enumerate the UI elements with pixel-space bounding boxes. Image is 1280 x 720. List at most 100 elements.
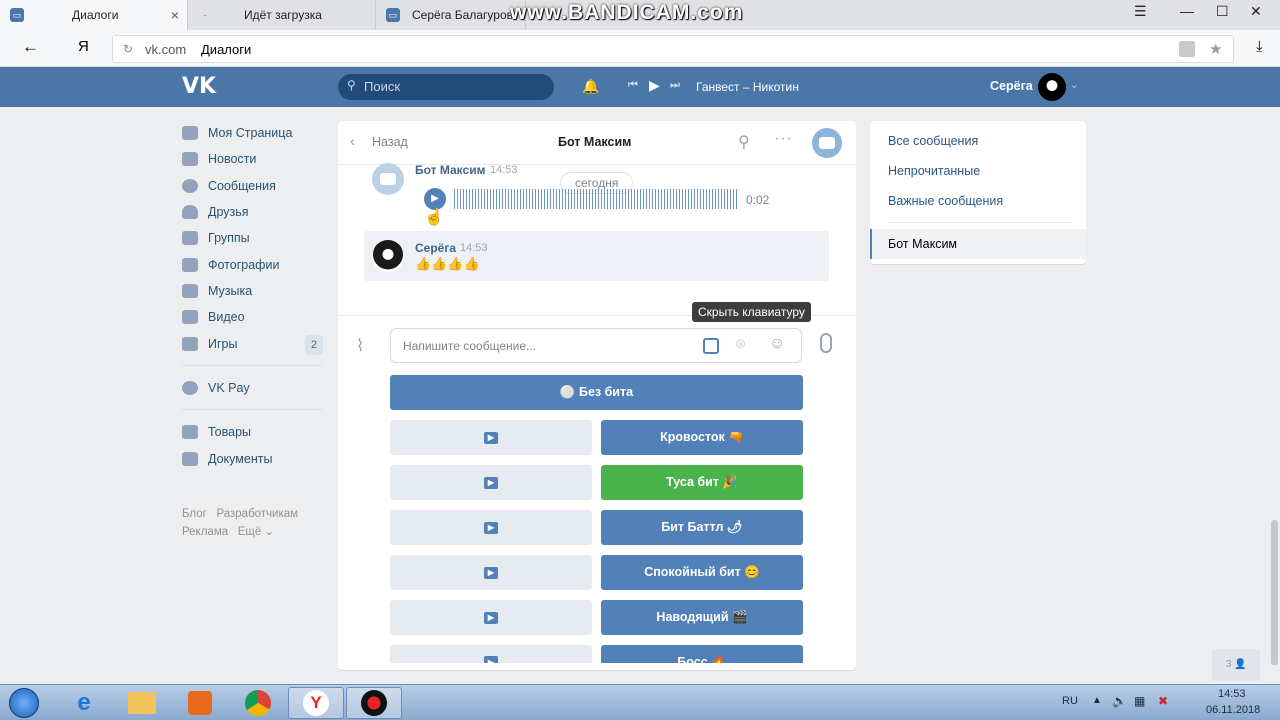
keyboard-button-leading[interactable]: Наводящий 🎬 [601, 600, 803, 635]
tab-dialogs[interactable]: ▭ Диалоги × [0, 0, 188, 30]
footer-link-more[interactable]: Ещё [238, 526, 262, 538]
taskbar-media-player[interactable] [172, 687, 228, 719]
message-input[interactable]: Напишите сообщение... ⌾ ☺ [390, 328, 802, 363]
bell-icon[interactable]: 🔔 [582, 78, 599, 95]
keyboard-button-calm-beat[interactable]: Спокойный бит 😊 [601, 555, 803, 590]
sidebar-item-news[interactable]: Новости [182, 149, 256, 169]
reload-icon[interactable]: ↻ [123, 42, 133, 56]
smile-icon[interactable]: ☺ [769, 335, 785, 353]
download-icon[interactable]: ⤓ [1256, 38, 1263, 55]
start-button[interactable] [0, 687, 48, 719]
back-arrow-icon[interactable]: ← [22, 37, 39, 57]
sidebar-item-market[interactable]: Товары [182, 422, 251, 442]
yandex-icon[interactable]: Я [78, 38, 89, 55]
sidebar-item-photos[interactable]: Фотографии [182, 255, 279, 275]
keyboard-play-button[interactable]: ▶ [390, 510, 592, 545]
sidebar-item-video[interactable]: Видео [182, 307, 245, 327]
sidebar-item-groups[interactable]: Группы [182, 228, 250, 248]
keyboard-play-button[interactable]: ▶ [390, 645, 592, 663]
sidebar-item-vk-pay[interactable]: VK Pay [182, 378, 250, 398]
chevron-down-icon[interactable]: ⌄ [1070, 80, 1078, 91]
clock-time[interactable]: 14:53 [1218, 688, 1246, 700]
search-input[interactable]: ⚲ Поиск [338, 74, 554, 100]
bot-avatar[interactable] [372, 163, 404, 195]
search-icon[interactable]: ⚲ [738, 132, 750, 152]
sidebar-item-label: Товары [208, 425, 251, 439]
bot-avatar[interactable] [812, 128, 842, 158]
keyboard-play-button[interactable]: ▶ [390, 465, 592, 500]
games-icon [182, 337, 198, 351]
volume-icon[interactable]: 🔈 [1112, 694, 1127, 708]
keyboard-play-button[interactable]: ▶ [390, 420, 592, 455]
menu-icon[interactable]: ☰ [1134, 3, 1147, 20]
filter-unread[interactable]: Непрочитанные [888, 164, 980, 178]
taskbar-bandicam[interactable] [346, 687, 402, 719]
footer-link-developers[interactable]: Разработчикам [216, 508, 298, 520]
taskbar-explorer[interactable] [114, 687, 170, 719]
user-name[interactable]: Серёга [990, 79, 1033, 93]
avatar[interactable] [1038, 73, 1066, 101]
taskbar-ie[interactable]: e [56, 687, 112, 719]
url-field[interactable]: ↻ vk.com Диалоги ★ [112, 35, 1234, 63]
star-icon[interactable]: ★ [1209, 40, 1222, 58]
keyboard-button-party-beat[interactable]: Туса бит 🎉 [601, 465, 803, 500]
page-scrollbar[interactable] [1271, 520, 1278, 665]
clock-date[interactable]: 06.11.2018 [1206, 704, 1260, 716]
next-track-icon[interactable]: ⏭ [670, 79, 680, 92]
sidebar-item-my-page[interactable]: Моя Страница [182, 123, 292, 143]
voice-waveform[interactable] [454, 189, 738, 209]
online-friends-counter[interactable]: 3 👤 [1212, 649, 1260, 681]
sidebar-item-games[interactable]: Игры [182, 334, 237, 354]
keyboard-button-boss[interactable]: Босс 🔥 [601, 645, 803, 663]
footer-link-ads[interactable]: Реклама [182, 526, 228, 538]
chevron-down-icon[interactable]: ⌄ [264, 526, 274, 538]
sidebar-item-music[interactable]: Музыка [182, 281, 252, 301]
more-icon[interactable]: ··· [774, 130, 793, 148]
back-button[interactable]: Назад [372, 135, 408, 149]
play-icon: ▶ [484, 611, 498, 624]
active-conversation-item[interactable]: Бот Максим [870, 229, 1086, 259]
microphone-icon[interactable] [820, 333, 832, 353]
now-playing-track[interactable]: Ганвест – Никотин [696, 80, 799, 94]
keyboard-button-beat-battle[interactable]: Бит Баттл 🌶 [601, 510, 803, 545]
filter-all-messages[interactable]: Все сообщения [888, 134, 978, 148]
attach-icon[interactable]: ⌇ [356, 336, 364, 356]
bot-keyboard-icon[interactable] [703, 338, 719, 354]
sidebar-item-documents[interactable]: Документы [182, 449, 272, 469]
filter-important[interactable]: Важные сообщения [888, 194, 1003, 208]
network-icon[interactable]: ▦ [1134, 694, 1145, 708]
previous-track-icon[interactable]: ⏮ [628, 79, 638, 92]
keyboard-button-krovostok[interactable]: Кровосток 🔫 [601, 420, 803, 455]
browser-tab-bar: ▭ Диалоги × · Идёт загрузка ▭ Серёга Бал… [0, 0, 1280, 30]
sidebar-item-friends[interactable]: Друзья [182, 202, 249, 222]
sidebar-item-messages[interactable]: Сообщения [182, 176, 276, 196]
keyboard-button-no-beat[interactable]: ⚪ Без бита [390, 375, 803, 410]
message-author[interactable]: Бот Максим [415, 163, 485, 177]
play-icon: ▶ [484, 656, 498, 663]
keyboard-play-button[interactable]: ▶ [390, 600, 592, 635]
language-indicator[interactable]: RU [1062, 695, 1078, 707]
close-tab-icon[interactable]: × [171, 7, 179, 23]
close-window-icon[interactable]: ✕ [1250, 3, 1262, 20]
minimize-icon[interactable]: — [1180, 3, 1194, 19]
footer-link-blog[interactable]: Блог [182, 508, 207, 520]
chat-title[interactable]: Бот Максим [558, 135, 631, 149]
network-warning-icon[interactable]: ✖ [1158, 694, 1168, 708]
message-author[interactable]: Серёга [415, 241, 456, 255]
back-chevron-icon[interactable]: ‹ [350, 133, 355, 150]
maximize-icon[interactable]: ☐ [1216, 3, 1229, 20]
play-icon[interactable]: ▶ [649, 77, 660, 94]
lock-icon[interactable] [1179, 41, 1195, 57]
vk-favicon-icon: ▭ [386, 8, 400, 22]
taskbar-yandex-browser[interactable]: Y [288, 687, 344, 719]
avatar[interactable] [372, 240, 404, 272]
camera-icon[interactable]: ⌾ [736, 336, 745, 353]
keyboard-play-button[interactable]: ▶ [390, 555, 592, 590]
menu-divider [888, 222, 1072, 223]
media-player-icon [188, 691, 212, 715]
tab-profile[interactable]: ▭ Серёга Балагуров [376, 0, 526, 30]
tray-expand-icon[interactable]: ▲ [1092, 695, 1102, 706]
tab-loading[interactable]: · Идёт загрузка [188, 0, 376, 30]
taskbar-chrome[interactable] [230, 687, 286, 719]
vk-logo[interactable]: VK [182, 74, 216, 99]
